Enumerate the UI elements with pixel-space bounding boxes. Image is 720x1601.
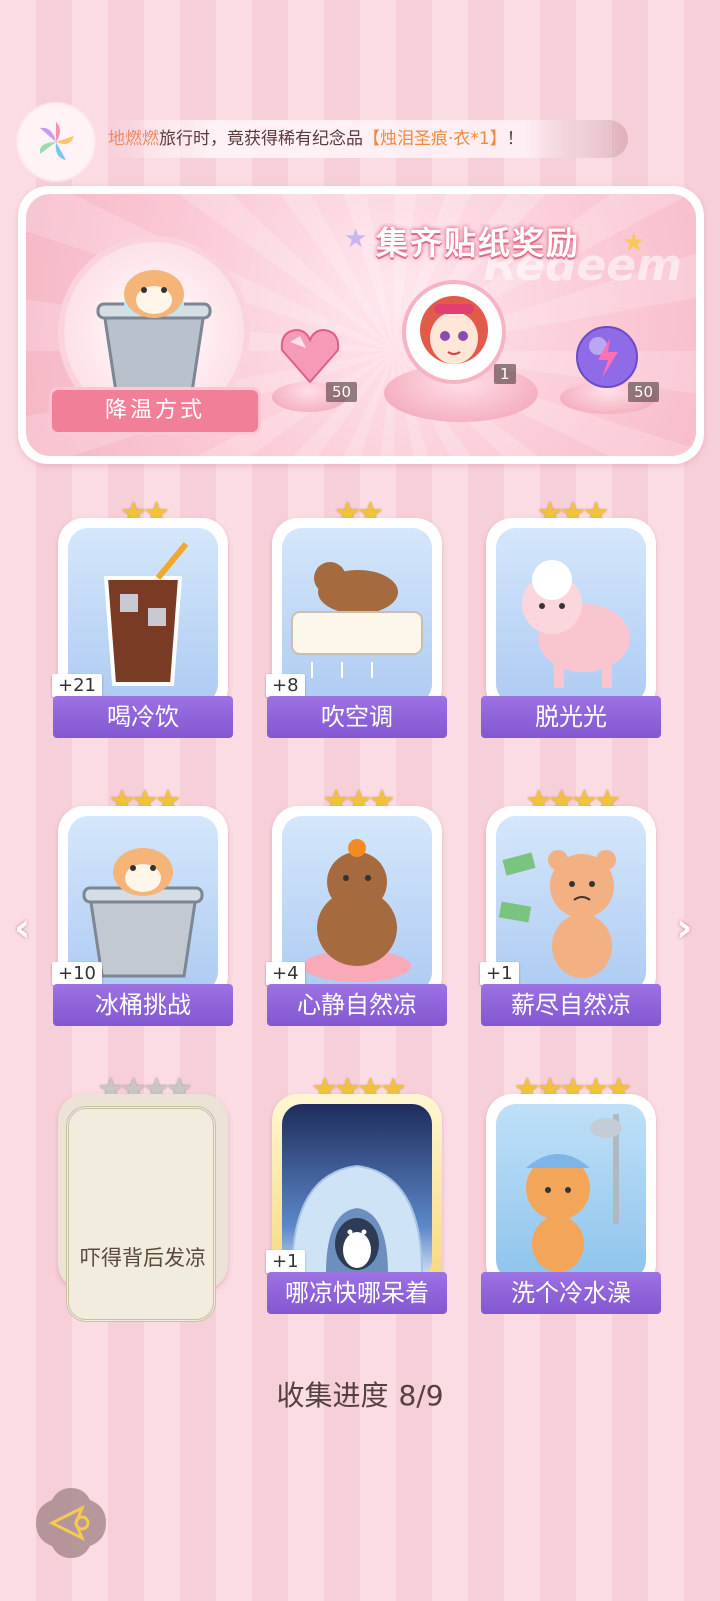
card-name: 喝冷饮 <box>53 696 233 738</box>
sheep-icon <box>522 560 630 688</box>
card-name: 薪尽自然凉 <box>481 984 661 1026</box>
sticker-card[interactable]: ★★★★ +1 薪尽自然凉 <box>480 784 661 1026</box>
progress-value: 8/9 <box>398 1379 444 1412</box>
ticker-item: 【烛泪圣痕·衣*1】 <box>363 129 507 149</box>
sticker-card[interactable]: ★★★★ +1 哪凉快哪呆着 <box>266 1072 447 1314</box>
banner-title: 集齐贴纸奖励 <box>376 224 581 262</box>
shower-cat-illustration <box>496 1104 646 1280</box>
app-logo[interactable] <box>18 104 94 180</box>
reward-count: 50 <box>326 382 358 402</box>
heart-gem-icon[interactable] <box>278 326 342 386</box>
sheep-illustration <box>496 528 646 704</box>
news-ticker: 地燃燃旅行时，竟获得稀有纪念品【烛泪圣痕·衣*1】！ <box>18 104 628 180</box>
card-name: 心静自然凉 <box>267 984 447 1026</box>
sticker-card[interactable]: ★★★ +10 冰桶挑战 <box>52 784 233 1026</box>
shower-cat-icon <box>526 1114 622 1272</box>
card-name: 哪凉快哪呆着 <box>267 1272 447 1314</box>
character-avatar[interactable] <box>406 284 502 380</box>
star-deco-icon: ★ <box>622 228 646 258</box>
card-count: +1 <box>266 1250 305 1273</box>
ticker-suffix: ！ <box>506 129 524 149</box>
ticker-text: 地燃燃旅行时，竟获得稀有纪念品【烛泪圣痕·衣*1】！ <box>108 120 628 158</box>
sticker-card-locked[interactable]: ★★★★ 吓得背后发凉 <box>58 1072 228 1322</box>
method-label[interactable]: 降温方式 <box>52 390 258 432</box>
energy-orb-icon[interactable] <box>574 324 640 390</box>
next-page-arrow-icon[interactable]: › <box>676 905 692 951</box>
reward-count: 50 <box>628 382 660 402</box>
card-name: 吹空调 <box>267 696 447 738</box>
sticker-card[interactable]: ★★ +8 吹空调 <box>266 496 447 738</box>
collection-progress: 收集进度 8/9 <box>0 1374 720 1414</box>
card-count: +8 <box>266 674 305 697</box>
card-name: 冰桶挑战 <box>53 984 233 1026</box>
star-deco-icon: ★ <box>344 224 368 254</box>
sticker-card[interactable]: ★★★★★ 洗个冷水澡 <box>481 1072 661 1314</box>
card-count: +10 <box>52 962 102 985</box>
card-count: +1 <box>480 962 519 985</box>
progress-label: 收集进度 <box>276 1379 389 1412</box>
character-avatar-icon <box>420 296 488 364</box>
back-arrow-icon <box>36 1488 106 1558</box>
prev-page-arrow-icon[interactable]: ‹ <box>14 905 30 951</box>
card-count: +21 <box>52 674 102 697</box>
ticker-player: 地燃燃 <box>108 129 159 149</box>
reward-banner: Redeem ★ ★ 集齐贴纸奖励 降温方式 50 1 50 <box>18 186 704 464</box>
back-button[interactable] <box>32 1484 110 1562</box>
ticker-message: 旅行时，竟获得稀有纪念品 <box>159 129 363 149</box>
card-count: +4 <box>266 962 305 985</box>
sticker-card[interactable]: ★★ +21 喝冷饮 <box>52 496 233 738</box>
card-name: 吓得背后发凉 <box>80 1246 206 1270</box>
reward-count: 1 <box>494 364 516 384</box>
sticker-card[interactable]: ★★★ 脱光光 <box>481 496 661 738</box>
card-name: 脱光光 <box>481 696 661 738</box>
pinwheel-icon <box>39 122 74 160</box>
card-name: 洗个冷水澡 <box>481 1272 661 1314</box>
sticker-card[interactable]: ★★★ +4 心静自然凉 <box>266 784 447 1026</box>
